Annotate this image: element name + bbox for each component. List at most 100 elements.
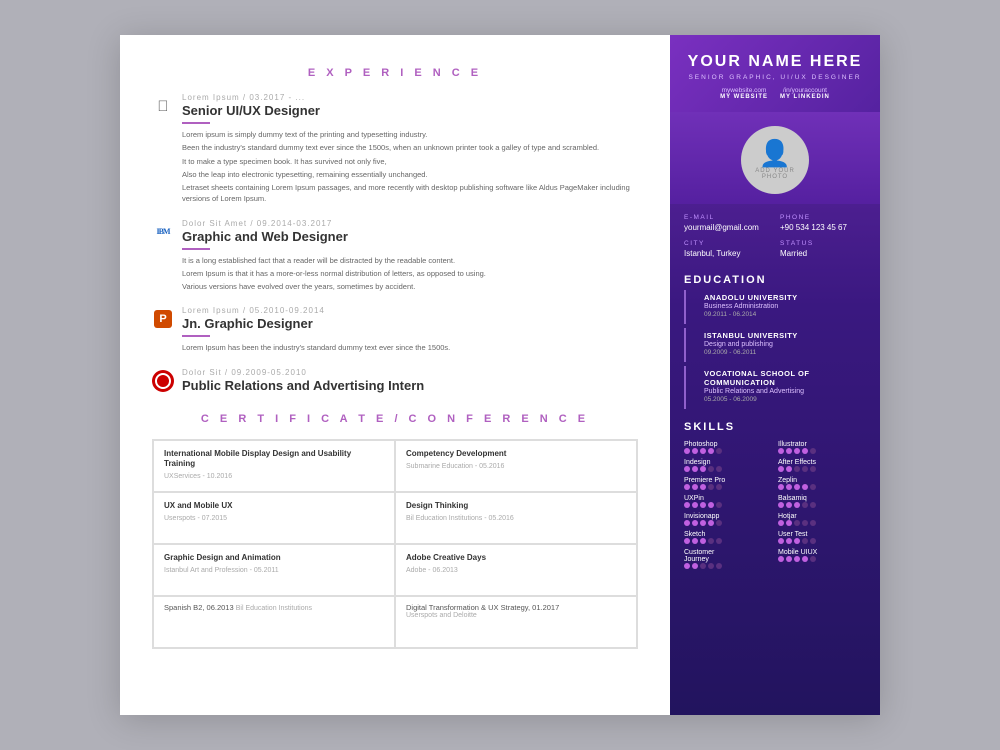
email-block: E-MAIL yourmail@gmail.com — [684, 214, 770, 232]
edu1-school: ANADOLU UNIVERSITY — [704, 293, 866, 302]
cert8-title: Digital Transformation & UX Strategy, 01… — [406, 603, 626, 612]
job-block-3: P Lorem Ipsum / 05.2010-09.2014 Jn. Grap… — [152, 306, 638, 353]
phone-block: PHONE +90 534 123 45 67 — [780, 214, 866, 232]
phone-label: PHONE — [780, 214, 866, 221]
cert4-sub: Bil Education Institutions - 05.2016 — [406, 515, 626, 522]
skill-mobileuiux: Mobile UIUX — [778, 549, 866, 569]
job1-date: Lorem Ipsum / 03.2017 - ... — [182, 93, 638, 102]
skill-sketch-dots — [684, 538, 772, 544]
job4-title: Public Relations and Advertising Intern — [182, 378, 638, 393]
edu1-date: 09.2011 - 06.2014 — [704, 311, 866, 318]
skill-sketch-label: Sketch — [684, 531, 739, 538]
cert-cell-4: Design Thinking Bil Education Institutio… — [395, 492, 637, 544]
edu3-degree: Public Relations and Advertising — [704, 388, 866, 395]
skill-customerjourney: Customer Journey — [684, 549, 772, 569]
certificate-section: C E R T I F I C A T E / C O N F E R E N … — [152, 413, 638, 649]
left-panel: E X P E R I E N C E  Lorem Ipsum / 03.2… — [120, 35, 670, 715]
cert3-sub: Userspots - 07.2015 — [164, 515, 384, 522]
photo-circle: 👤 ADD YOURPHOTO — [741, 126, 809, 194]
skill-aftereffects-dots — [778, 466, 866, 472]
cert-cell-8: Digital Transformation & UX Strategy, 01… — [395, 596, 637, 648]
job3-date: Lorem Ipsum / 05.2010-09.2014 — [182, 306, 638, 315]
edu3-school: VOCATIONAL SCHOOL OFCOMMUNICATION — [704, 369, 866, 387]
cert-grid: International Mobile Display Design and … — [152, 439, 638, 649]
skill-hotjar: Hotjar — [778, 513, 866, 526]
skill-customerjourney-dots — [684, 563, 772, 569]
cert6-sub: Adobe - 06.2013 — [406, 567, 626, 574]
photo-text: ADD YOURPHOTO — [755, 168, 795, 180]
resume-name: YOUR NAME HERE — [684, 53, 866, 71]
linkedin-link: /in/youraccount MY LINKEDIN — [780, 87, 830, 100]
skill-invisionapp: Invisionapp — [684, 513, 772, 526]
skill-illustrator: Illustrator — [778, 441, 866, 454]
cert-cell-1: International Mobile Display Design and … — [153, 440, 395, 492]
cert5-title: Graphic Design and Animation — [164, 553, 384, 563]
phone-value: +90 534 123 45 67 — [780, 223, 866, 232]
paypal-logo: P — [152, 308, 174, 330]
job3-divider — [182, 335, 210, 337]
status-block: STATUS Married — [780, 240, 866, 258]
cert-cell-5: Graphic Design and Animation Istanbul Ar… — [153, 544, 395, 596]
skill-hotjar-label: Hotjar — [778, 513, 833, 520]
edu1-degree: Business Administration — [704, 303, 866, 310]
thy-logo — [152, 370, 174, 392]
job3-title: Jn. Graphic Designer — [182, 316, 638, 331]
email-phone-row: E-MAIL yourmail@gmail.com PHONE +90 534 … — [684, 214, 866, 232]
job2-body: It is a long established fact that a rea… — [182, 255, 638, 293]
skill-invisionapp-dots — [684, 520, 772, 526]
linkedin-url: /in/youraccount — [780, 87, 830, 94]
city-label: CITY — [684, 240, 770, 247]
website-link: mywebsite.com MY WEBSITE — [720, 87, 768, 100]
skills-grid: Photoshop Illustrator Indesign — [684, 441, 866, 574]
skill-uxpin: UXPin — [684, 495, 772, 508]
skill-balsamiq: Balsamiq — [778, 495, 866, 508]
skill-sketch: Sketch — [684, 531, 772, 544]
cert-cell-3: UX and Mobile UX Userspots - 07.2015 — [153, 492, 395, 544]
skill-indesign: Indesign — [684, 459, 772, 472]
skill-premiere-label: Premiere Pro — [684, 477, 739, 484]
skill-uxpin-label: UXPin — [684, 495, 739, 502]
skill-balsamiq-label: Balsamiq — [778, 495, 833, 502]
status-label: STATUS — [780, 240, 866, 247]
edu-item-3: VOCATIONAL SCHOOL OFCOMMUNICATION Public… — [684, 366, 880, 409]
right-contact-info: E-MAIL yourmail@gmail.com PHONE +90 534 … — [670, 204, 880, 266]
resume-page: E X P E R I E N C E  Lorem Ipsum / 03.2… — [120, 35, 880, 715]
job-block-2: IBM Dolor Sit Amet / 09.2014-03.2017 Gra… — [152, 219, 638, 293]
job1-body: Lorem ipsum is simply dummy text of the … — [182, 129, 638, 205]
edu2-school: ISTANBUL UNIVERSITY — [704, 331, 866, 340]
city-status-row: CITY Istanbul, Turkey STATUS Married — [684, 240, 866, 258]
job2-divider — [182, 248, 210, 250]
job1-title: Senior UI/UX Designer — [182, 103, 638, 118]
edu2-degree: Design and publishing — [704, 341, 866, 348]
skill-photoshop-label: Photoshop — [684, 441, 739, 448]
city-block: CITY Istanbul, Turkey — [684, 240, 770, 258]
skill-customerjourney-label: Customer Journey — [684, 549, 739, 563]
skill-aftereffects: After Effects — [778, 459, 866, 472]
skill-premiere: Premiere Pro — [684, 477, 772, 490]
skill-illustrator-dots — [778, 448, 866, 454]
cert-cell-6: Adobe Creative Days Adobe - 06.2013 — [395, 544, 637, 596]
linkedin-label: MY LINKEDIN — [780, 94, 830, 100]
skill-aftereffects-label: After Effects — [778, 459, 833, 466]
job2-title: Graphic and Web Designer — [182, 229, 638, 244]
cert-cell-2: Competency Development Submarine Educati… — [395, 440, 637, 492]
email-label: E-MAIL — [684, 214, 770, 221]
cert4-title: Design Thinking — [406, 501, 626, 511]
skill-usertest-dots — [778, 538, 866, 544]
skill-illustrator-label: Illustrator — [778, 441, 833, 448]
cert8-sub: Userspots and Deloitte — [406, 612, 626, 619]
skill-photoshop-dots — [684, 448, 772, 454]
cert2-sub: Submarine Education - 05.2016 — [406, 463, 626, 470]
cert3-title: UX and Mobile UX — [164, 501, 384, 511]
skill-zeplin-dots — [778, 484, 866, 490]
photo-area: 👤 ADD YOURPHOTO — [670, 112, 880, 204]
skill-hotjar-dots — [778, 520, 866, 526]
website-label: MY WEBSITE — [720, 94, 768, 100]
education-title: EDUCATION — [670, 266, 880, 290]
city-value: Istanbul, Turkey — [684, 249, 770, 258]
skill-zeplin: Zeplin — [778, 477, 866, 490]
skill-mobileuiux-dots — [778, 556, 866, 562]
cert1-title: International Mobile Display Design and … — [164, 449, 384, 470]
cert2-title: Competency Development — [406, 449, 626, 459]
skills-section: Photoshop Illustrator Indesign — [670, 437, 880, 582]
